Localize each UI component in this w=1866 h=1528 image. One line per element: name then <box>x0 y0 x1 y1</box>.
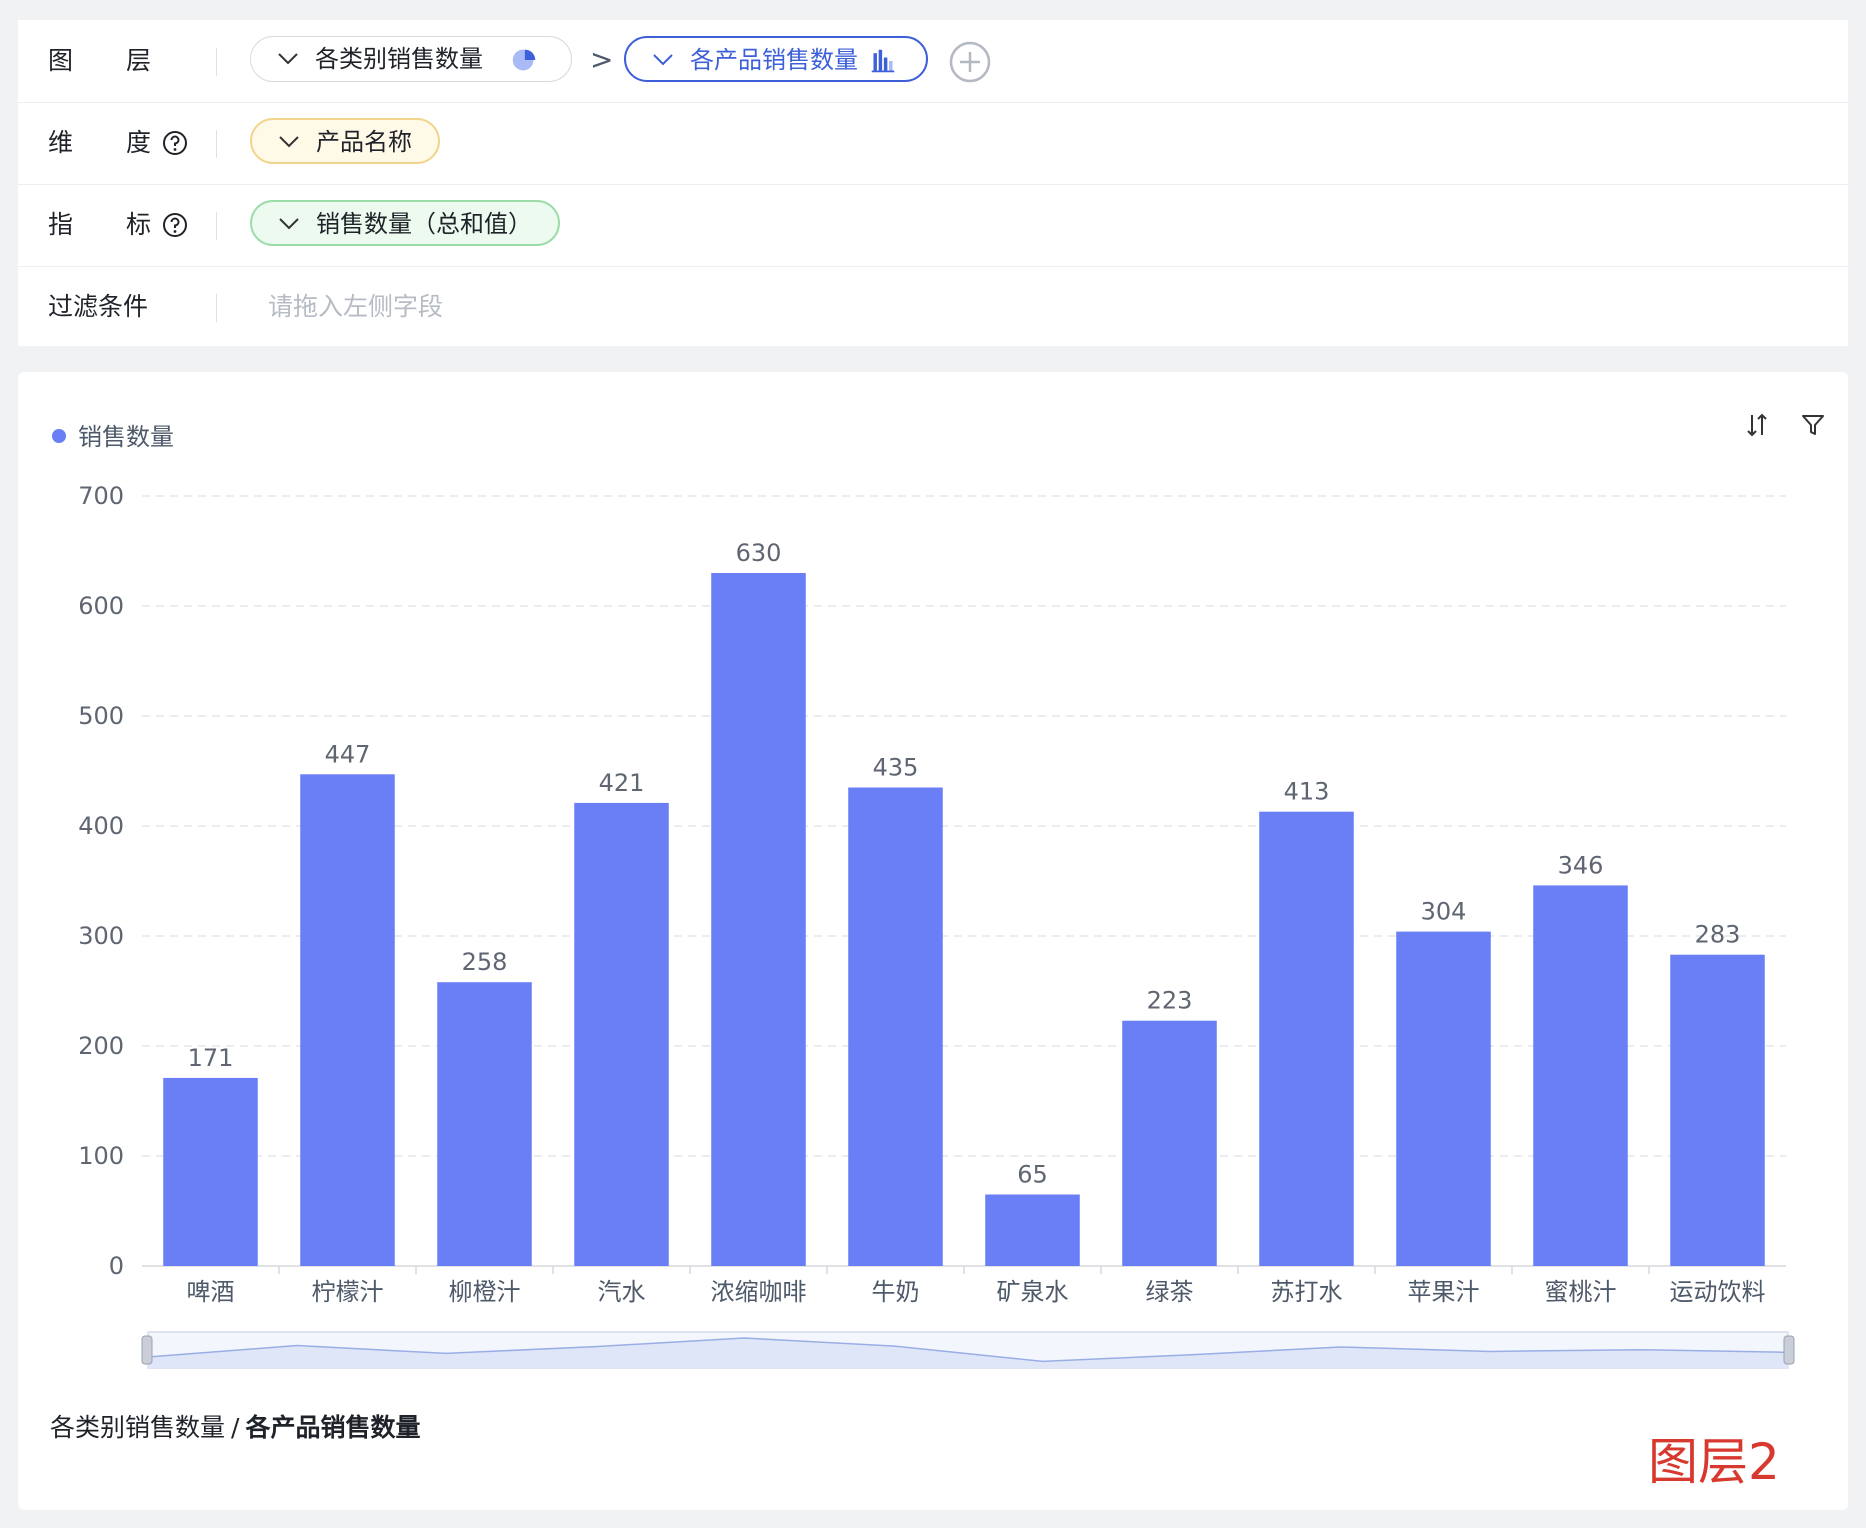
help-icon[interactable] <box>162 212 188 238</box>
dimension-pill[interactable]: 产品名称 <box>250 118 440 164</box>
x-tick-label: 运动饮料 <box>1670 1278 1766 1306</box>
y-tick-label: 0 <box>109 1252 124 1280</box>
add-layer-icon[interactable] <box>948 40 992 84</box>
chevron-down-icon <box>278 53 298 65</box>
dimension-row: 维 度 产品名称 <box>18 102 1848 185</box>
data-label: 413 <box>1284 778 1330 806</box>
layer-pill-category[interactable]: 各类别销售数量 <box>250 36 572 82</box>
layer-name: 各产品销售数量 <box>690 46 858 74</box>
row-divider <box>216 48 217 76</box>
bar[interactable] <box>985 1194 1080 1267</box>
drill-breadcrumb: 各类别销售数量 / 各产品销售数量 <box>50 1408 420 1448</box>
bar-chart-icon <box>871 49 895 73</box>
bar[interactable] <box>574 802 669 1266</box>
y-tick-label: 400 <box>78 812 124 840</box>
x-tick-label: 浓缩咖啡 <box>711 1278 807 1306</box>
data-label: 223 <box>1147 987 1193 1015</box>
x-tick-label: 蜜桃汁 <box>1545 1278 1617 1306</box>
data-label: 435 <box>873 754 919 782</box>
metric-pill[interactable]: 销售数量（总和值） <box>250 200 560 246</box>
filter-drop-zone[interactable]: 请拖入左侧字段 <box>268 266 443 348</box>
x-tick-label: 汽水 <box>598 1278 646 1306</box>
data-label: 283 <box>1695 921 1741 949</box>
help-icon[interactable] <box>162 130 188 156</box>
breadcrumb-current: 各产品销售数量 <box>245 1413 421 1442</box>
y-tick-label: 700 <box>78 482 124 510</box>
filter-label: 过滤条件 <box>48 292 149 321</box>
layer-annotation: 图层2 <box>1648 1433 1780 1491</box>
layer-row: 图 层 各类别销售数量 > 各产品销售数量 <box>18 20 1848 103</box>
chevron-down-icon <box>279 218 299 230</box>
x-tick-label: 啤酒 <box>187 1278 235 1306</box>
bar[interactable] <box>437 982 532 1266</box>
layer-name: 各类别销售数量 <box>315 45 483 73</box>
x-tick-label: 柳橙汁 <box>449 1278 521 1306</box>
layer-pill-product[interactable]: 各产品销售数量 <box>624 36 928 82</box>
x-tick-label: 苹果汁 <box>1408 1278 1480 1306</box>
data-label: 346 <box>1558 851 1604 879</box>
dimension-value: 产品名称 <box>316 128 412 156</box>
x-tick-label: 牛奶 <box>872 1278 920 1306</box>
bar[interactable] <box>163 1077 258 1266</box>
bar[interactable] <box>1396 931 1491 1266</box>
bar[interactable] <box>711 573 806 1266</box>
row-divider <box>216 130 217 158</box>
chevron-down-icon <box>653 54 673 66</box>
y-tick-label: 600 <box>78 592 124 620</box>
chart-panel: 销售数量 0 100 200 300 400 500 600 700 171 啤酒 447 柠檬汁 25… <box>18 372 1848 1510</box>
x-tick-label: 苏打水 <box>1271 1278 1343 1306</box>
filter-row: 过滤条件 请拖入左侧字段 <box>18 266 1848 348</box>
row-divider <box>216 212 217 240</box>
metric-row: 指 标 销售数量（总和值） <box>18 184 1848 267</box>
pie-chart-icon <box>512 49 536 71</box>
layer-label: 图 层 <box>48 46 152 75</box>
y-tick-label: 100 <box>78 1142 124 1170</box>
bar[interactable] <box>1670 954 1765 1266</box>
layer-separator: > <box>590 43 614 76</box>
zoom-handle-right[interactable] <box>1783 1335 1795 1365</box>
metric-value: 销售数量（总和值） <box>316 210 532 238</box>
bar-chart: 0 100 200 300 400 500 600 700 171 啤酒 447 柠檬汁 258 柳橙汁 4… <box>78 482 1795 1369</box>
row-divider <box>216 294 217 322</box>
y-tick-label: 300 <box>78 922 124 950</box>
x-tick-label: 绿茶 <box>1146 1278 1194 1306</box>
data-label: 421 <box>599 769 645 797</box>
breadcrumb-separator: / <box>231 1413 240 1442</box>
y-tick-label: 500 <box>78 702 124 730</box>
zoom-handle-left[interactable] <box>141 1335 153 1365</box>
data-label: 65 <box>1017 1161 1048 1189</box>
bar[interactable] <box>1259 811 1354 1266</box>
breadcrumb-parent[interactable]: 各类别销售数量 <box>50 1413 225 1442</box>
x-tick-label: 矿泉水 <box>997 1278 1069 1306</box>
x-tick-label: 柠檬汁 <box>312 1278 384 1306</box>
data-label: 447 <box>325 740 371 768</box>
config-panel: 图 层 各类别销售数量 > 各产品销售数量 维 度 产品名称 指 标 销售数量（… <box>18 20 1848 346</box>
data-label: 630 <box>736 539 782 567</box>
data-label: 258 <box>462 948 508 976</box>
chevron-down-icon <box>279 136 299 148</box>
bar[interactable] <box>300 774 395 1266</box>
bar[interactable] <box>1122 1020 1217 1266</box>
y-tick-label: 200 <box>78 1032 124 1060</box>
bar[interactable] <box>1533 885 1628 1266</box>
data-label: 304 <box>1421 898 1467 926</box>
data-label: 171 <box>188 1044 234 1072</box>
bar[interactable] <box>848 787 943 1267</box>
